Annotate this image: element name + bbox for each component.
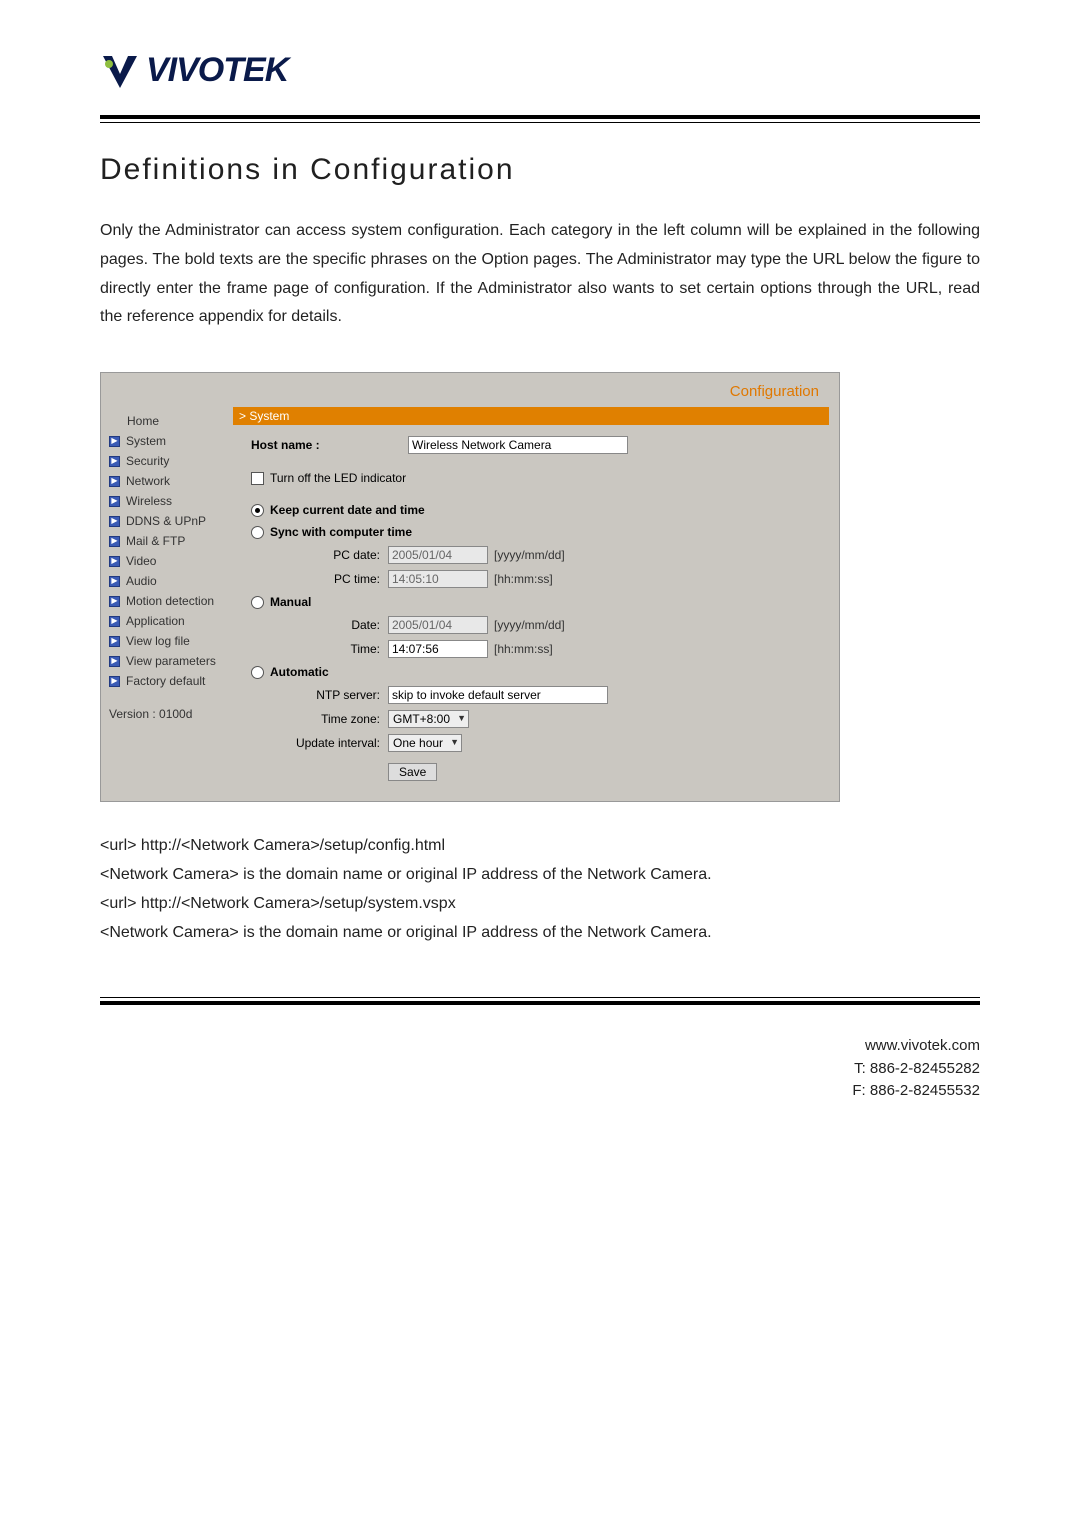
sidebar-item-label: Security xyxy=(126,454,169,468)
pc-time-hint: [hh:mm:ss] xyxy=(494,572,553,586)
arrow-icon: ▶ xyxy=(109,496,120,507)
arrow-icon: ▶ xyxy=(109,516,120,527)
tz-select[interactable]: GMT+8:00 xyxy=(388,710,469,728)
sidebar-item-ddns-upnp[interactable]: ▶ DDNS & UPnP xyxy=(101,511,231,531)
footer-tel: T: 886-2-82455282 xyxy=(100,1058,980,1081)
sync-time-radio[interactable] xyxy=(251,526,264,539)
sidebar-item-label: View parameters xyxy=(126,654,216,668)
manual-date-hint: [yyyy/mm/dd] xyxy=(494,618,565,632)
interval-label: Update interval: xyxy=(233,736,388,750)
pc-time-label: PC time: xyxy=(233,572,388,586)
tz-label: Time zone: xyxy=(233,712,388,726)
sidebar-item-video[interactable]: ▶ Video xyxy=(101,551,231,571)
sidebar-item-label: Audio xyxy=(126,574,157,588)
intro-paragraph: Only the Administrator can access system… xyxy=(100,217,980,332)
footer-divider xyxy=(100,997,980,1005)
sidebar-item-label: Wireless xyxy=(126,494,172,508)
config-content: > System Host name : Turn off the LED in… xyxy=(231,407,839,801)
pc-date-hint: [yyyy/mm/dd] xyxy=(494,548,565,562)
arrow-icon: ▶ xyxy=(109,616,120,627)
sidebar: Home ▶ System ▶ Security ▶ Network ▶ Wireles… xyxy=(101,407,231,801)
automatic-time-radio[interactable] xyxy=(251,666,264,679)
sidebar-item-audio[interactable]: ▶ Audio xyxy=(101,571,231,591)
ntp-input[interactable] xyxy=(388,686,608,704)
arrow-icon: ▶ xyxy=(109,576,120,587)
hostname-input[interactable] xyxy=(408,436,628,454)
arrow-icon: ▶ xyxy=(109,676,120,687)
url-line-2: <url> http://<Network Camera>/setup/syst… xyxy=(100,890,980,919)
arrow-icon: ▶ xyxy=(109,636,120,647)
automatic-time-label: Automatic xyxy=(270,665,329,679)
sidebar-item-label: Factory default xyxy=(126,674,205,688)
vivotek-logo-icon xyxy=(100,50,140,90)
interval-select[interactable]: One hour xyxy=(388,734,462,752)
sidebar-item-mail-ftp[interactable]: ▶ Mail & FTP xyxy=(101,531,231,551)
brand-name: VIVOTEK xyxy=(146,51,288,90)
url-note-1: <Network Camera> is the domain name or o… xyxy=(100,861,980,890)
sidebar-item-view-parameters[interactable]: ▶ View parameters xyxy=(101,651,231,671)
hostname-label: Host name : xyxy=(233,438,408,452)
pc-date-label: PC date: xyxy=(233,548,388,562)
manual-time-input[interactable] xyxy=(388,640,488,658)
sidebar-item-view-log-file[interactable]: ▶ View log file xyxy=(101,631,231,651)
led-checkbox[interactable] xyxy=(251,472,264,485)
sidebar-item-label: Video xyxy=(126,554,156,568)
sidebar-item-label: Application xyxy=(126,614,185,628)
arrow-icon: ▶ xyxy=(109,436,120,447)
sidebar-item-label: System xyxy=(126,434,166,448)
section-title: > System xyxy=(233,407,829,425)
led-label: Turn off the LED indicator xyxy=(270,471,406,485)
manual-time-field-label: Time: xyxy=(233,642,388,656)
sidebar-item-label: Mail & FTP xyxy=(126,534,185,548)
footer-website: www.vivotek.com xyxy=(100,1035,980,1058)
url-note-2: <Network Camera> is the domain name or o… xyxy=(100,919,980,948)
header-divider xyxy=(100,115,980,123)
manual-date-label: Date: xyxy=(233,618,388,632)
config-header-label: Configuration xyxy=(730,383,819,400)
keep-time-radio[interactable] xyxy=(251,504,264,517)
pc-time-input xyxy=(388,570,488,588)
arrow-icon: ▶ xyxy=(109,476,120,487)
ntp-label: NTP server: xyxy=(233,688,388,702)
arrow-icon: ▶ xyxy=(109,656,120,667)
sidebar-item-label: Motion detection xyxy=(126,594,214,608)
page-title: Definitions in Configuration xyxy=(100,153,980,187)
sidebar-item-motion-detection[interactable]: ▶ Motion detection xyxy=(101,591,231,611)
sidebar-item-wireless[interactable]: ▶ Wireless xyxy=(101,491,231,511)
sidebar-item-system[interactable]: ▶ System xyxy=(101,431,231,451)
footer-fax: F: 886-2-82455532 xyxy=(100,1080,980,1103)
version-label: Version : 0100d xyxy=(101,691,231,729)
arrow-icon: ▶ xyxy=(109,556,120,567)
sidebar-item-label: Network xyxy=(126,474,170,488)
tz-value: GMT+8:00 xyxy=(393,712,450,726)
configuration-panel: Configuration Home ▶ System ▶ Security ▶ Ne… xyxy=(100,372,840,802)
manual-time-label: Manual xyxy=(270,595,311,609)
interval-value: One hour xyxy=(393,736,443,750)
save-button[interactable]: Save xyxy=(388,763,437,781)
sidebar-item-network[interactable]: ▶ Network xyxy=(101,471,231,491)
arrow-icon: ▶ xyxy=(109,536,120,547)
arrow-icon: ▶ xyxy=(109,596,120,607)
sidebar-item-home[interactable]: Home xyxy=(101,411,231,431)
sidebar-item-application[interactable]: ▶ Application xyxy=(101,611,231,631)
sidebar-item-security[interactable]: ▶ Security xyxy=(101,451,231,471)
sync-time-label: Sync with computer time xyxy=(270,525,412,539)
manual-time-hint: [hh:mm:ss] xyxy=(494,642,553,656)
logo: VIVOTEK xyxy=(100,50,980,95)
manual-time-radio[interactable] xyxy=(251,596,264,609)
pc-date-input xyxy=(388,546,488,564)
sidebar-item-factory-default[interactable]: ▶ Factory default xyxy=(101,671,231,691)
arrow-icon: ▶ xyxy=(109,456,120,467)
sidebar-item-label: Home xyxy=(127,414,159,428)
keep-time-label: Keep current date and time xyxy=(270,503,425,517)
manual-date-input xyxy=(388,616,488,634)
sidebar-item-label: DDNS & UPnP xyxy=(126,514,206,528)
sidebar-item-label: View log file xyxy=(126,634,190,648)
url-line-1: <url> http://<Network Camera>/setup/conf… xyxy=(100,832,980,861)
